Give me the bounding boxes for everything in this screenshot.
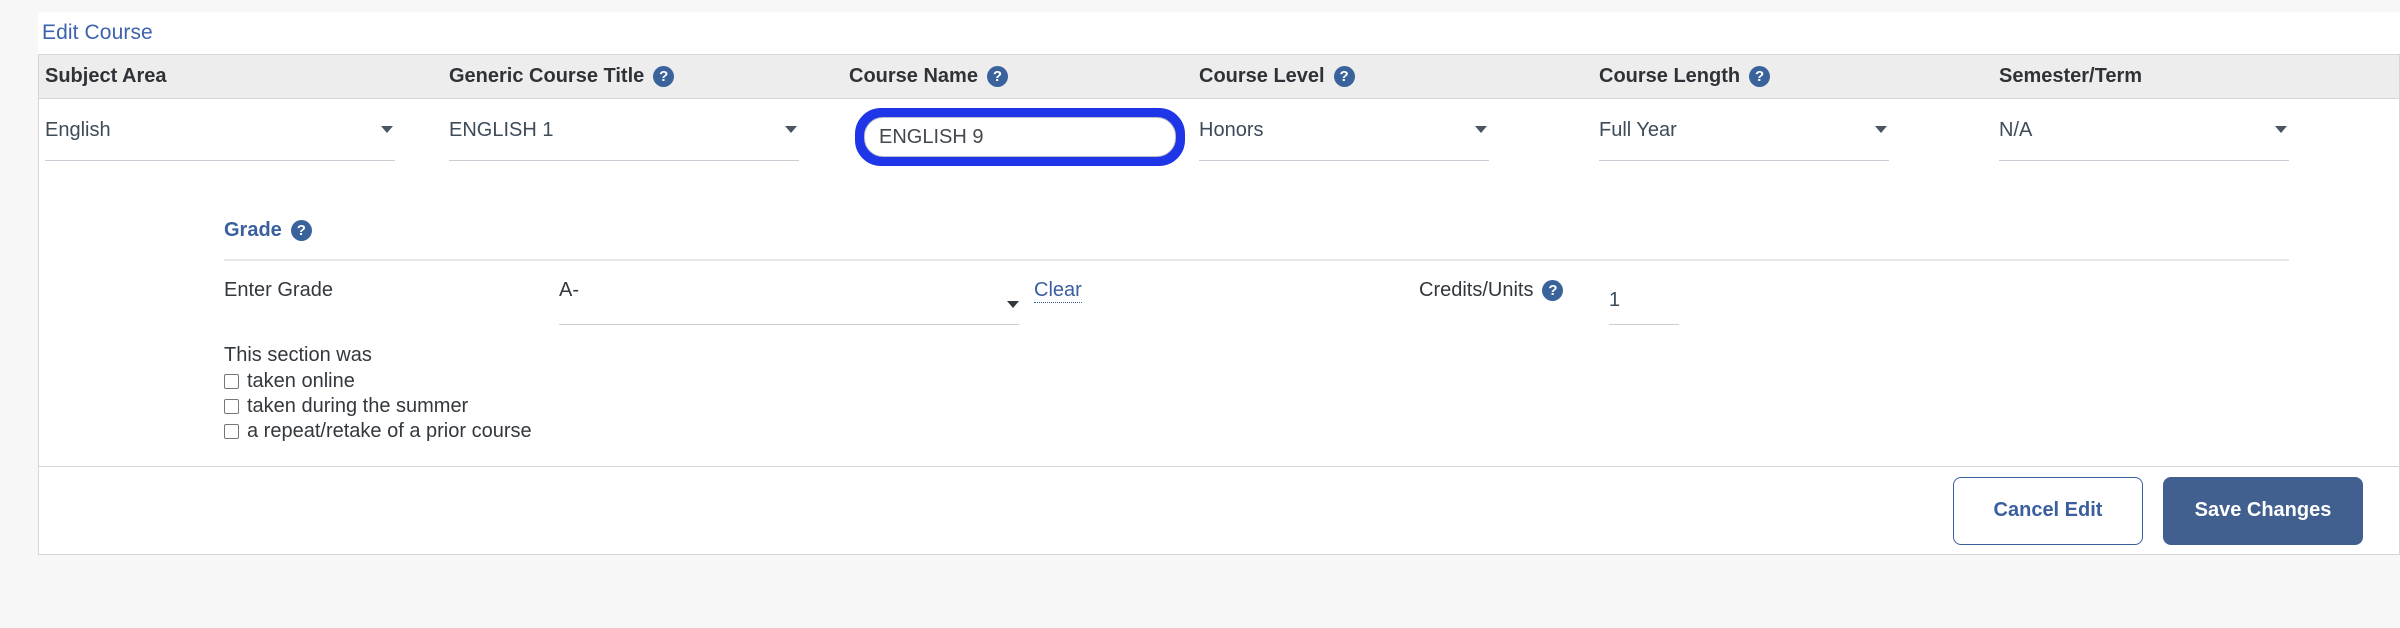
chevron-down-icon xyxy=(785,126,797,133)
course-name-input[interactable] xyxy=(864,117,1176,157)
generic-course-title-value: ENGLISH 1 xyxy=(449,119,554,141)
chevron-down-icon xyxy=(1007,301,1019,308)
help-circle-icon[interactable]: ? xyxy=(1333,66,1355,87)
section-flag-taken-online[interactable]: taken online xyxy=(224,369,2399,394)
field-course-level: Honors xyxy=(1193,117,1593,167)
grade-section: Grade ? Enter Grade A- Clear Credits/Uni… xyxy=(39,167,2399,466)
chevron-down-icon xyxy=(381,126,393,133)
card-footer: Cancel Edit Save Changes xyxy=(39,466,2399,554)
field-course-name xyxy=(843,108,1193,167)
section-flags-intro: This section was xyxy=(224,344,372,366)
course-card: Subject Area Generic Course Title ? Cour… xyxy=(38,54,2400,555)
column-header-label: Generic Course Title xyxy=(449,65,645,87)
credits-units-label: Credits/Units ? xyxy=(1419,279,1564,302)
credits-units-value: 1 xyxy=(1609,289,1621,311)
checkbox-taken-online[interactable] xyxy=(224,374,239,389)
credits-units-input[interactable]: 1 xyxy=(1609,281,1679,325)
grade-section-title: Grade ? xyxy=(224,217,2399,243)
course-length-value: Full Year xyxy=(1599,119,1677,141)
checkbox-repeat-retake[interactable] xyxy=(224,424,239,439)
section-flag-label: taken during the summer xyxy=(247,395,469,417)
section-flag-label: a repeat/retake of a prior course xyxy=(247,420,532,442)
grade-value: A- xyxy=(559,279,579,301)
column-header-label: Subject Area xyxy=(45,65,167,87)
section-flags-group: This section was taken online taken duri… xyxy=(224,333,2399,466)
edit-course-panel: Edit Course Subject Area Generic Course … xyxy=(38,12,2400,555)
chevron-down-icon xyxy=(1875,126,1887,133)
section-flag-repeat-retake[interactable]: a repeat/retake of a prior course xyxy=(224,419,2399,444)
field-generic-course-title: ENGLISH 1 xyxy=(443,117,843,167)
section-flag-taken-summer[interactable]: taken during the summer xyxy=(224,394,2399,419)
grade-select[interactable]: A- xyxy=(559,279,1019,325)
grade-divider xyxy=(224,259,2289,261)
grade-row: Enter Grade A- Clear Credits/Units ? 1 xyxy=(39,267,2399,333)
checkbox-taken-during-summer[interactable] xyxy=(224,399,239,414)
column-header-label: Course Length xyxy=(1599,65,1741,87)
field-semester-term: N/A xyxy=(1993,117,2393,167)
subject-area-value: English xyxy=(45,119,111,141)
help-circle-icon[interactable]: ? xyxy=(1542,280,1564,301)
subject-area-select[interactable]: English xyxy=(45,117,395,161)
help-circle-icon[interactable]: ? xyxy=(290,219,312,241)
semester-term-value: N/A xyxy=(1999,119,2033,141)
help-circle-icon[interactable]: ? xyxy=(653,66,675,87)
section-flag-label: taken online xyxy=(247,370,355,392)
credits-units-text: Credits/Units xyxy=(1419,279,1534,301)
enter-grade-label: Enter Grade xyxy=(224,279,333,301)
column-header-generic-course-title: Generic Course Title ? xyxy=(443,65,843,88)
course-level-select[interactable]: Honors xyxy=(1199,117,1489,161)
course-level-value: Honors xyxy=(1199,119,1264,141)
semester-term-select[interactable]: N/A xyxy=(1999,117,2289,161)
course-name-focus-ring xyxy=(855,108,1185,166)
column-header-subject-area: Subject Area xyxy=(39,65,443,88)
chevron-down-icon xyxy=(2275,126,2287,133)
grade-label: Grade xyxy=(224,218,282,241)
chevron-down-icon xyxy=(1475,126,1487,133)
save-changes-button[interactable]: Save Changes xyxy=(2163,476,2363,545)
column-header-semester-term: Semester/Term xyxy=(1993,65,2393,88)
help-circle-icon[interactable]: ? xyxy=(986,66,1008,87)
course-fields-row: English ENGLISH 1 ENGLISH 9 Honors Full … xyxy=(39,99,2399,167)
course-length-select[interactable]: Full Year xyxy=(1599,117,1889,161)
generic-course-title-select[interactable]: ENGLISH 1 xyxy=(449,117,799,161)
column-header-course-level: Course Level ? xyxy=(1193,65,1593,88)
help-circle-icon[interactable]: ? xyxy=(1749,66,1771,87)
panel-title-row: Edit Course xyxy=(38,12,2400,54)
column-header-label: Course Name xyxy=(849,65,978,87)
field-course-length: Full Year xyxy=(1593,117,1993,167)
clear-grade-link[interactable]: Clear xyxy=(1034,278,1082,303)
column-header-course-length: Course Length ? xyxy=(1593,65,1993,88)
column-header-course-name: Course Name ? xyxy=(843,65,1193,88)
column-header-label: Course Level xyxy=(1199,65,1325,87)
cancel-edit-button[interactable]: Cancel Edit xyxy=(1953,476,2143,545)
edit-course-screen: Edit Course Subject Area Generic Course … xyxy=(0,0,2400,628)
column-header-label: Semester/Term xyxy=(1999,65,2143,87)
field-subject-area: English xyxy=(39,117,443,167)
page-title: Edit Course xyxy=(42,21,153,44)
column-header-row: Subject Area Generic Course Title ? Cour… xyxy=(39,55,2399,99)
